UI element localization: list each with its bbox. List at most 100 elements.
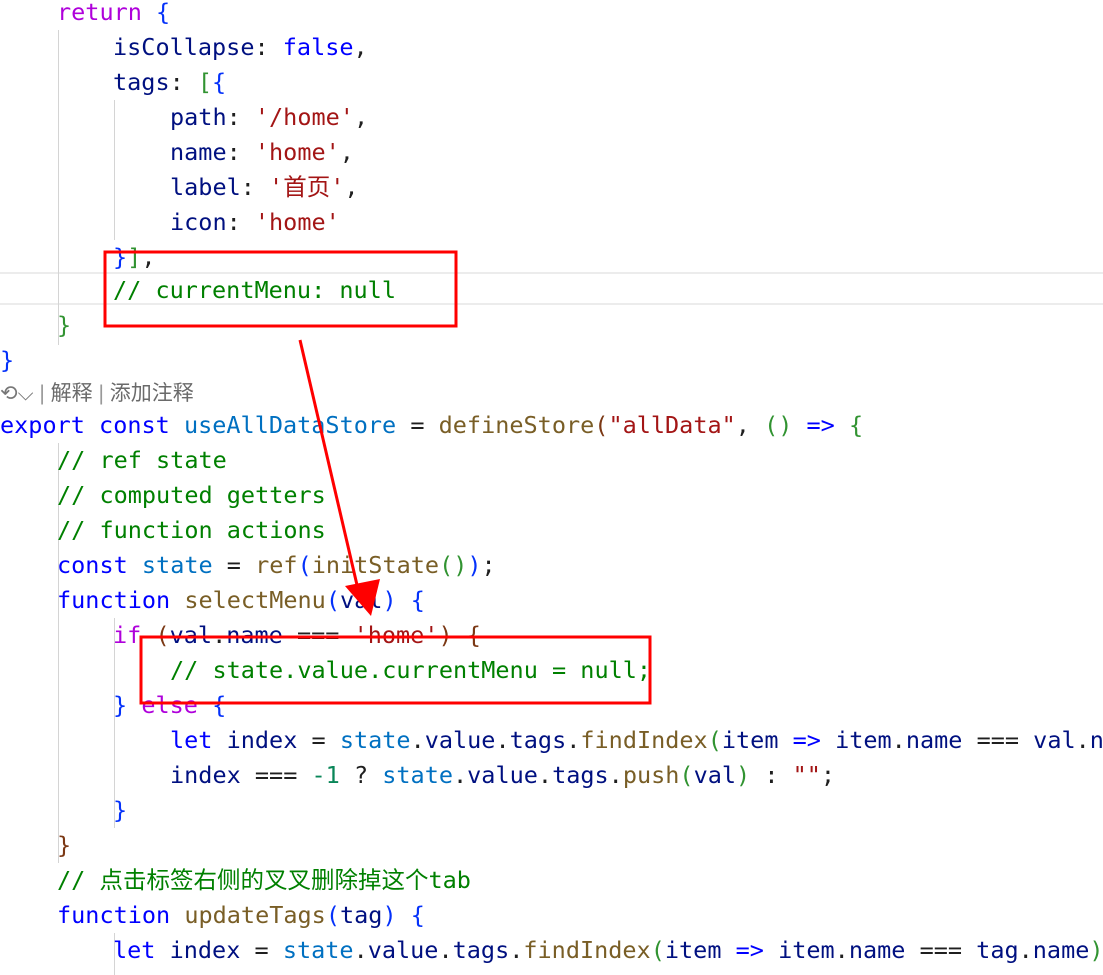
indent-guide	[58, 30, 59, 345]
token: .	[509, 936, 524, 964]
token: isCollapse	[113, 33, 255, 61]
token: :	[169, 68, 198, 96]
token: ""	[792, 761, 821, 789]
token: ,	[353, 33, 368, 61]
token: useAllDataStore	[183, 411, 397, 439]
token: =	[396, 411, 439, 439]
code-editor[interactable]: return { isCollapse: false, tags: [{ pat…	[0, 0, 1103, 975]
token: selectMenu	[184, 586, 326, 614]
token: -1	[311, 761, 340, 789]
token: 'home'	[353, 621, 439, 649]
token: ,	[353, 103, 369, 131]
code-line-5: name: 'home',	[170, 135, 354, 170]
token: (	[650, 936, 665, 964]
token: =>	[792, 726, 821, 754]
token: val	[339, 586, 383, 614]
token: :	[226, 103, 255, 131]
token: state	[339, 726, 411, 754]
token: ;	[481, 551, 496, 579]
token: }	[113, 691, 128, 719]
token: name	[1032, 936, 1090, 964]
token: .	[537, 761, 553, 789]
token: }	[113, 796, 128, 824]
token: (	[679, 761, 694, 789]
code-line-11: }	[0, 343, 14, 378]
token: =>	[806, 411, 835, 439]
token: icon	[170, 208, 227, 236]
token: '/home'	[254, 103, 354, 131]
token: )	[438, 621, 453, 649]
token: ()	[439, 551, 468, 579]
token: const	[99, 411, 170, 439]
token: {	[410, 901, 425, 929]
token: .	[410, 726, 425, 754]
code-line-19: // state.value.currentMenu = null;	[170, 653, 651, 688]
token: "allData"	[608, 411, 736, 439]
token: index	[170, 761, 241, 789]
token: // state.value.currentMenu = null;	[170, 656, 652, 684]
token: return	[57, 0, 142, 26]
token: name	[905, 726, 963, 754]
token: item	[778, 936, 835, 964]
code-line-17: function selectMenu(val) {	[57, 583, 425, 618]
code-line-2: isCollapse: false,	[113, 30, 368, 65]
code-line-12: export const useAllDataStore = defineSto…	[0, 408, 863, 443]
token: :	[226, 138, 255, 166]
token: state	[141, 551, 213, 579]
token: (	[707, 726, 722, 754]
token: value	[367, 936, 439, 964]
token: .	[1018, 936, 1033, 964]
code-line-4: path: '/home',	[170, 100, 368, 135]
token: =	[212, 551, 256, 579]
code-line-15: // function actions	[57, 513, 326, 548]
code-line-8: }],	[113, 240, 155, 275]
token: )	[1089, 936, 1103, 964]
codelens-bar: ⟲⌵ | 解释 | 添加注释	[0, 378, 194, 410]
token: tags	[452, 936, 510, 964]
token: tags	[552, 761, 609, 789]
code-line-21: let index = state.value.tags.findIndex(i…	[170, 723, 1103, 758]
token: if	[113, 621, 142, 649]
token: val	[169, 621, 213, 649]
token: .	[834, 936, 849, 964]
token: :	[750, 761, 793, 789]
chevron-down-icon[interactable]: ⌵	[18, 382, 34, 405]
token: 'home'	[254, 138, 340, 166]
code-line-27: let index = state.value.tags.findIndex(i…	[113, 933, 1103, 968]
token: }	[113, 243, 128, 271]
token: :	[226, 208, 255, 236]
token: (	[155, 621, 170, 649]
token: )	[382, 901, 397, 929]
token: (	[297, 551, 312, 579]
token: let	[170, 726, 213, 754]
token: :	[240, 173, 270, 201]
ai-assist-icon[interactable]: ⟲	[0, 382, 18, 405]
token: ]	[127, 243, 142, 271]
code-line-6: label: '首页',	[170, 170, 359, 205]
token: 'home'	[254, 208, 340, 236]
token: name	[170, 138, 227, 166]
token: ===	[240, 761, 312, 789]
token: }	[0, 346, 15, 374]
token: ,	[735, 411, 765, 439]
token: .	[438, 936, 453, 964]
token: .	[891, 726, 906, 754]
token: ===	[962, 726, 1034, 754]
token: findIndex	[523, 936, 651, 964]
token: .	[353, 936, 368, 964]
token: label	[170, 173, 241, 201]
token: else	[141, 691, 198, 719]
token: let	[113, 936, 156, 964]
token: findIndex	[580, 726, 708, 754]
token: value	[467, 761, 538, 789]
token: (	[325, 901, 340, 929]
token: function	[57, 901, 171, 929]
token: ?	[339, 761, 383, 789]
code-line-20: } else {	[113, 688, 226, 723]
token: tags	[509, 726, 567, 754]
add-comment-link[interactable]: 添加注释	[110, 382, 194, 405]
token: state	[282, 936, 354, 964]
token: ;	[820, 761, 836, 789]
explain-link[interactable]: 解释	[51, 382, 93, 405]
token: name	[226, 621, 283, 649]
